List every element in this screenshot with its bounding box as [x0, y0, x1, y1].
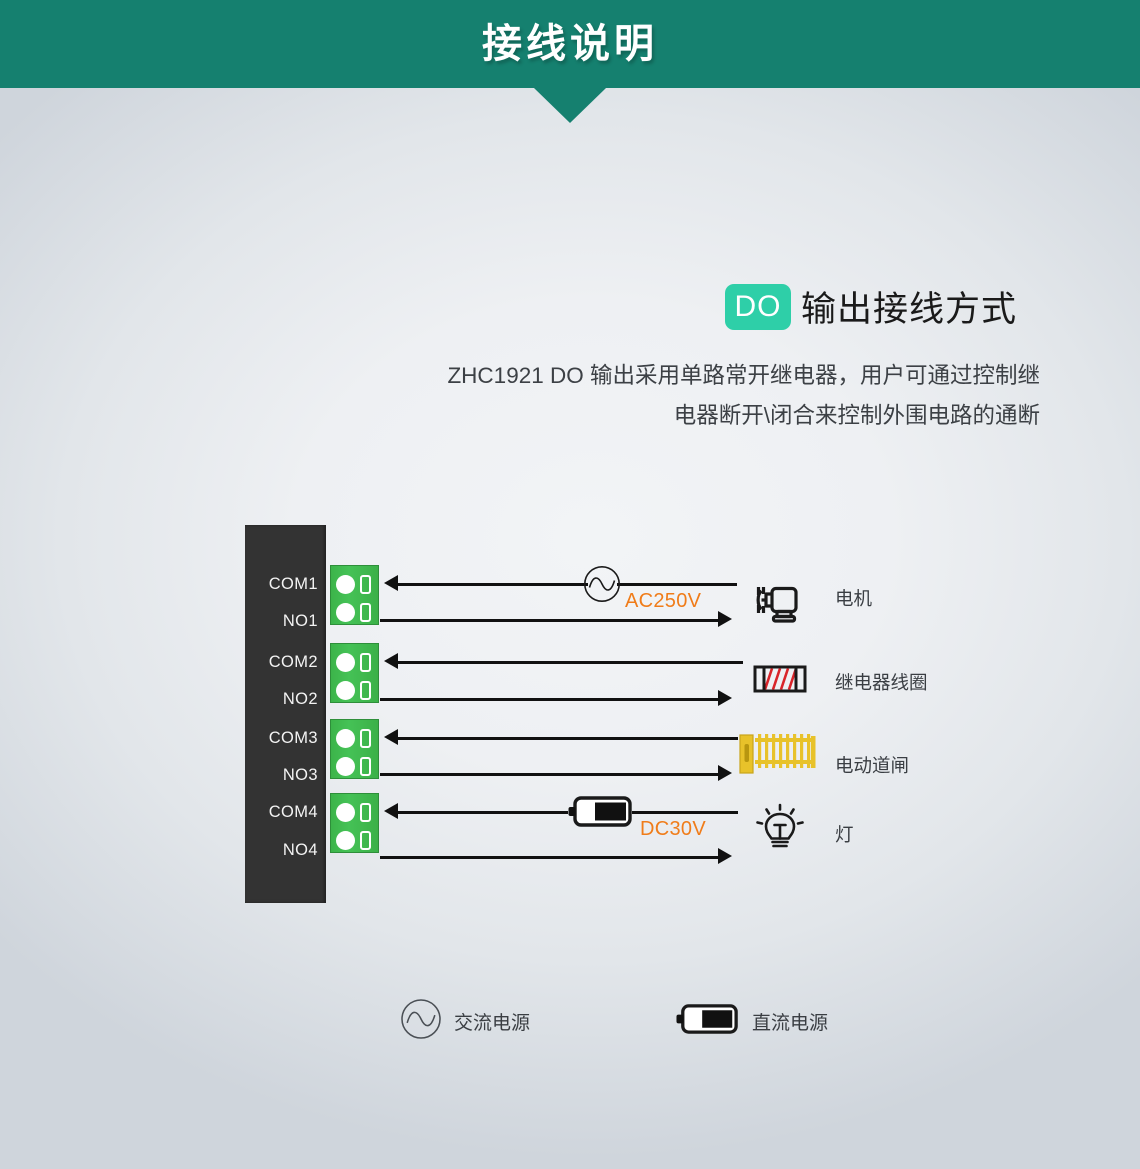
wire-com1-right — [617, 583, 737, 586]
connector-block-2[interactable] — [330, 643, 379, 703]
screw-terminal-com3 — [336, 729, 355, 748]
pin-label-no3: NO3 — [282, 766, 318, 784]
wire-com4-left — [398, 811, 568, 814]
legend-label-ac: 交流电源 — [454, 1013, 531, 1034]
legend-label-dc: 直流电源 — [752, 1013, 829, 1034]
device-label-barrier-gate: 电动道闸 — [835, 755, 910, 776]
wire-com3 — [398, 737, 738, 740]
pin-label-group: COM1 NO1 COM2 NO2 COM3 NO3 COM4 NO4 — [245, 525, 326, 903]
header-notch-triangle — [534, 88, 606, 123]
ac-source-icon — [400, 998, 442, 1045]
light-bulb-icon — [755, 803, 805, 864]
pin-label-no4: NO4 — [282, 841, 318, 859]
connector-block-1[interactable] — [330, 565, 379, 625]
arrow-no2 — [718, 690, 732, 706]
wire-slot-com1 — [360, 575, 371, 594]
section-title: 输出接线方式 — [801, 290, 1018, 329]
page-header-banner: 接线说明 — [0, 0, 1140, 88]
wire-slot-no3 — [360, 757, 371, 776]
arrow-no3 — [718, 765, 732, 781]
screw-terminal-no2 — [336, 681, 355, 700]
page-title: 接线说明 — [482, 22, 658, 66]
wire-com2 — [398, 661, 743, 664]
section-heading: DO 输出接线方式 — [725, 281, 1017, 332]
wiring-diagram: COM1 NO1 COM2 NO2 COM3 NO3 COM4 NO4 AC25… — [0, 0, 1140, 1169]
arrow-com4 — [384, 803, 398, 819]
pin-label-com2: COM2 — [268, 653, 318, 671]
pin-label-com3: COM3 — [268, 729, 318, 747]
arrow-com2 — [384, 653, 398, 669]
do-badge: DO — [725, 283, 791, 330]
barrier-gate-icon — [737, 731, 827, 784]
pin-label-com4: COM4 — [268, 803, 318, 821]
connector-block-3[interactable] — [330, 719, 379, 779]
ac-source-icon — [583, 565, 621, 608]
screw-terminal-com2 — [336, 653, 355, 672]
description-line-2: 电器断开\闭合来控制外围电路的通断 — [673, 403, 1040, 428]
screw-terminal-com1 — [336, 575, 355, 594]
wire-no4 — [380, 856, 720, 859]
wire-slot-com4 — [360, 803, 371, 822]
wire-slot-com3 — [360, 729, 371, 748]
wire-slot-no4 — [360, 831, 371, 850]
screw-terminal-com4 — [336, 803, 355, 822]
description-line-1: ZHC1921 DO 输出采用单路常开继电器，用户可通过控制继 — [447, 363, 1040, 388]
device-label-relay-coil: 继电器线圈 — [835, 672, 928, 693]
dc-source-icon — [676, 1003, 740, 1040]
wire-slot-no1 — [360, 603, 371, 622]
arrow-com3 — [384, 729, 398, 745]
voltage-label-dc30v: DC30V — [640, 818, 706, 840]
pin-label-com1: COM1 — [268, 575, 318, 593]
screw-terminal-no4 — [336, 831, 355, 850]
connector-block-4[interactable] — [330, 793, 379, 853]
voltage-label-ac250v: AC250V — [625, 590, 702, 612]
device-label-motor: 电机 — [835, 588, 873, 609]
legend: 交流电源 直流电源 — [400, 998, 828, 1045]
dc-source-icon — [568, 795, 634, 833]
screw-terminal-no1 — [336, 603, 355, 622]
motor-icon — [750, 578, 802, 635]
wiring-instruction-page: 接线说明 DO 输出接线方式 ZHC1921 DO 输出采用单路常开继电器，用户… — [0, 0, 1140, 1169]
arrow-com1 — [384, 575, 398, 591]
wire-com4-right — [632, 811, 738, 814]
wire-slot-no2 — [360, 681, 371, 700]
legend-item-dc: 直流电源 — [676, 1003, 828, 1040]
wire-slot-com2 — [360, 653, 371, 672]
screw-terminal-no3 — [336, 757, 355, 776]
device-label-lamp: 灯 — [835, 824, 854, 845]
legend-item-ac: 交流电源 — [400, 998, 530, 1045]
wire-no2 — [380, 698, 720, 701]
relay-coil-icon — [752, 659, 808, 704]
section-description: ZHC1921 DO 输出采用单路常开继电器，用户可通过控制继 电器断开\闭合来… — [405, 356, 1040, 436]
arrow-no1 — [718, 611, 732, 627]
pin-label-no2: NO2 — [282, 690, 318, 708]
wire-no1 — [380, 619, 720, 622]
wire-no3 — [380, 773, 720, 776]
arrow-no4 — [718, 848, 732, 864]
wire-com1-left — [398, 583, 588, 586]
pin-label-no1: NO1 — [282, 612, 318, 630]
